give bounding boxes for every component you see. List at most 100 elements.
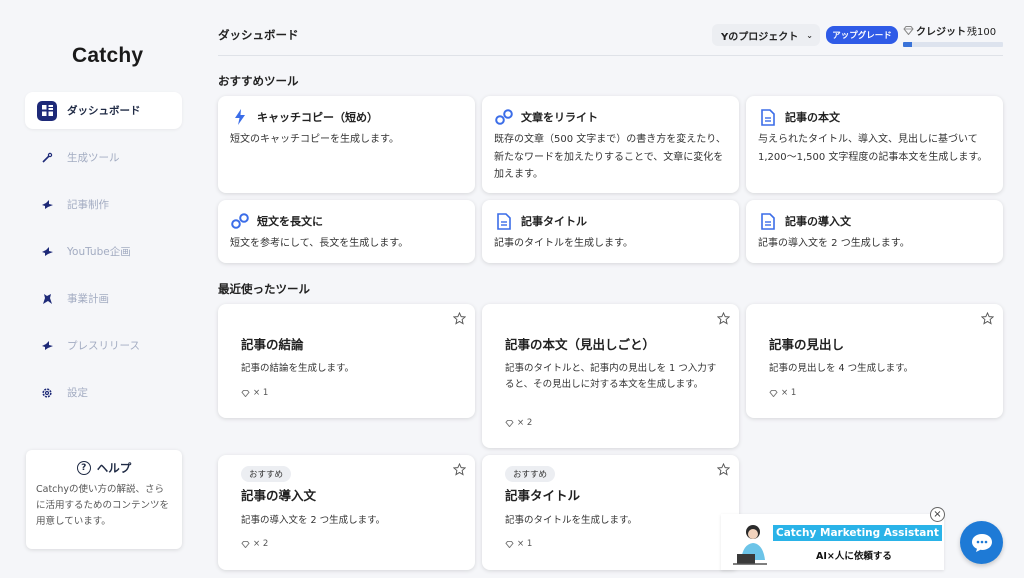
document-icon [758,107,778,127]
page-title: ダッシュボード [218,28,299,42]
diamond-icon [505,540,514,548]
project-select[interactable]: Yのプロジェクト ⌄ [712,24,820,46]
sidebar-item-settings[interactable]: 設定 [25,374,182,411]
recommended-card[interactable]: キャッチコピー（短め） 短文のキャッチコピーを生成します。 [218,96,475,193]
sidebar-item-tools[interactable]: 生成ツール [25,139,182,176]
card-title: 記事の導入文 [241,488,317,503]
assistant-person-illustration [733,525,767,565]
diamond-icon [769,389,778,397]
recommended-card[interactable]: 文章をリライト 既存の文章（500 文字まで）の書き方を変えたり、新たなワードを… [482,96,739,193]
credit-cost: × 1 [241,388,268,398]
recommended-card[interactable]: 記事タイトル 記事のタイトルを生成します。 [482,200,739,263]
sidebar-nav: ダッシュボード 生成ツール 記事制作 YouTube企画 事業計画 プレスリリー… [25,92,182,421]
unicorn-icon [37,289,57,309]
star-icon[interactable] [453,463,466,476]
sidebar-item-label: YouTube企画 [67,246,131,258]
document-icon [494,211,514,231]
cost-value: × 2 [253,539,269,549]
card-title: 記事の本文（見出しごと） [505,337,656,352]
credit-cost: × 1 [769,388,796,398]
diamond-icon [241,389,250,397]
chat-button[interactable] [960,521,1003,564]
assistant-subtitle: AI×人に依頼する [816,551,892,562]
diamond-icon [505,419,514,427]
assistant-banner[interactable]: Catchy Marketing Assistant AI×人に依頼する [721,514,944,570]
diamond-icon [241,540,250,548]
sidebar-item-articles[interactable]: 記事制作 [25,186,182,223]
card-description: 与えられたタイトル、導入文、見出しに基づいて 1,200〜1,500 文字程度の… [758,134,988,163]
cost-value: × 1 [253,388,269,398]
card-description: 既存の文章（500 文字まで）の書き方を変えたり、新たなワードを加えたりすること… [494,134,726,180]
recommended-badge: おすすめ [505,466,556,482]
cost-value: × 1 [781,388,797,398]
card-title: キャッチコピー（短め） [257,111,378,124]
card-title: 記事の見出し [769,337,845,352]
sidebar-item-dashboard[interactable]: ダッシュボード [25,92,182,129]
cost-value: × 2 [517,418,533,428]
sidebar-item-press-release[interactable]: プレスリリース [25,327,182,364]
card-description: 記事の導入文を 2 つ生成します。 [241,515,386,526]
help-title: ? ヘルプ [36,460,172,476]
credit-cost: × 2 [241,539,268,549]
recommended-card[interactable]: 記事の導入文 記事の導入文を 2 つ生成します。 [746,200,1003,263]
bubbles-icon [230,211,250,231]
sidebar-item-business-plan[interactable]: 事業計画 [25,280,182,317]
chevron-down-icon: ⌄ [806,30,813,40]
star-icon[interactable] [453,312,466,325]
card-title: 文章をリライト [521,111,598,124]
tool-card[interactable]: おすすめ 記事の導入文 記事の導入文を 2 つ生成します。 × 2 [218,455,475,570]
recommended-card[interactable]: 短文を長文に 短文を参考にして、長文を生成します。 [218,200,475,263]
recommended-badge: おすすめ [241,466,292,482]
help-panel[interactable]: ? ヘルプ Catchyの使い方の解説、さらに活用するためのコンテンツを用意して… [26,450,182,549]
card-description: 記事の結論を生成します。 [241,363,355,374]
card-description: 短文を参考にして、長文を生成します。 [230,238,409,249]
dashboard-icon [37,100,57,121]
tool-card[interactable]: 記事の見出し 記事の見出しを 4 つ生成します。 × 1 [746,304,1003,418]
star-icon[interactable] [717,463,730,476]
credit-cost: × 1 [505,539,532,549]
tool-card[interactable]: おすすめ 記事タイトル 記事のタイトルを生成します。 × 1 [482,455,739,570]
bubbles-icon [494,107,514,127]
tool-card[interactable]: 記事の結論 記事の結論を生成します。 × 1 [218,304,475,418]
sidebar-item-label: 事業計画 [67,293,109,305]
credit-label: クレジット 残100 [903,23,996,38]
card-title: 記事の本文 [785,111,840,124]
card-description: 記事の見出しを 4 つ生成します。 [769,363,914,374]
question-icon: ? [76,461,91,475]
card-description: 記事の導入文を 2 つ生成します。 [758,238,910,249]
card-title: 記事の結論 [241,337,304,352]
sidebar: Catchy ダッシュボード 生成ツール 記事制作 YouTube企画 事業計画… [0,0,205,578]
upgrade-button[interactable]: アップグレード [826,26,898,44]
project-name: Yのプロジェクト [721,31,799,43]
close-icon[interactable]: × [930,507,945,522]
recommended-card[interactable]: 記事の本文 与えられたタイトル、導入文、見出しに基づいて 1,200〜1,500… [746,96,1003,193]
chat-bubble-icon [971,533,992,552]
bird-icon [37,336,57,356]
header-divider [218,55,1003,56]
recommended-section-title: おすすめツール [218,74,299,88]
credit-text: クレジット [916,27,966,38]
card-description: 短文のキャッチコピーを生成します。 [230,134,399,145]
tool-card[interactable]: 記事の本文（見出しごと） 記事のタイトルと、記事内の見出しを 1 つ入力すると、… [482,304,739,448]
sidebar-item-youtube[interactable]: YouTube企画 [25,233,182,270]
sidebar-item-label: 記事制作 [67,199,109,211]
credit-cost: × 2 [505,418,532,428]
document-icon [758,211,778,231]
bird-icon [37,195,57,215]
app-logo[interactable]: Catchy [72,44,143,68]
star-icon[interactable] [717,312,730,325]
card-title: 記事タイトル [505,488,581,503]
credit-bar [903,42,1003,47]
card-description: 記事のタイトルを生成します。 [494,238,633,249]
cost-value: × 1 [517,539,533,549]
card-description: 記事のタイトルを生成します。 [505,515,638,526]
credit-bar-fill [903,42,912,47]
gear-icon [37,383,57,403]
card-title: 記事タイトル [521,215,587,228]
star-icon[interactable] [981,312,994,325]
sidebar-item-label: 設定 [67,387,88,399]
assistant-name: Catchy Marketing Assistant [773,525,942,541]
help-text: Catchyの使い方の解説、さらに活用するためのコンテンツを用意しています。 [36,484,170,527]
sidebar-item-label: ダッシュボード [67,105,141,117]
lightning-icon [230,107,250,127]
